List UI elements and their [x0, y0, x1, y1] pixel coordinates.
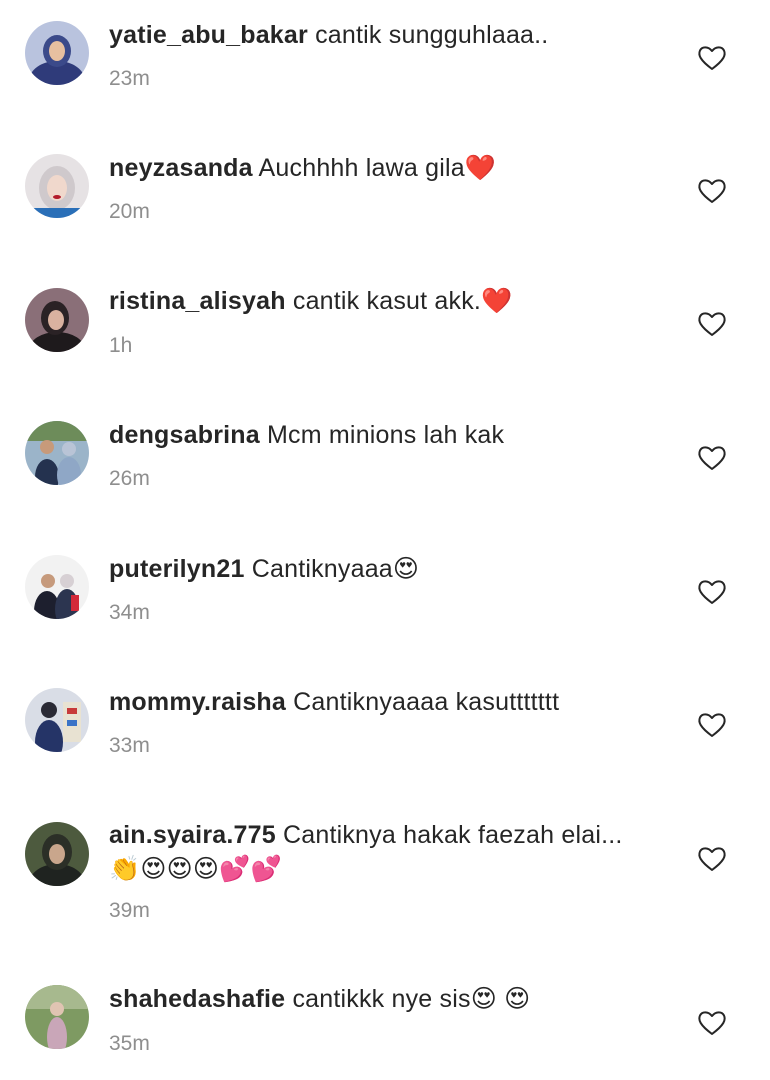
comment-text: ristina_alisyah cantik kasut akk.❤️ — [109, 284, 629, 318]
comment-body: cantikkk nye sis😍 😍 — [292, 985, 531, 1013]
comment-body: cantik kasut akk.❤️ — [292, 287, 513, 315]
comment-body: Cantiknyaaa😍 — [251, 555, 420, 583]
comment-text: mommy.raisha Cantiknyaaaa kasuttttttt — [109, 685, 629, 719]
comment-username[interactable]: neyzasanda — [109, 154, 253, 182]
comment-username[interactable]: ristina_alisyah — [109, 287, 286, 315]
comment-username[interactable]: yatie_abu_bakar — [109, 21, 308, 49]
like-button[interactable] — [697, 845, 727, 873]
comment-body: Mcm minions lah kak — [267, 421, 505, 449]
comment-timestamp: 35m — [109, 1032, 150, 1055]
avatar[interactable] — [25, 154, 89, 218]
comment-username[interactable]: dengsabrina — [109, 421, 260, 449]
avatar[interactable] — [25, 555, 89, 619]
comment-username[interactable]: shahedashafie — [109, 985, 285, 1013]
avatar-image — [25, 822, 89, 886]
heart-outline-icon — [698, 312, 726, 336]
comment-text: dengsabrina Mcm minions lah kak — [109, 418, 629, 452]
like-button[interactable] — [697, 44, 727, 72]
comment-text: puterilyn21 Cantiknyaaa😍 — [109, 552, 629, 586]
comment-username[interactable]: puterilyn21 — [109, 555, 245, 583]
avatar-image — [25, 288, 89, 352]
comment-timestamp: 34m — [109, 601, 150, 624]
comment-timestamp: 23m — [109, 67, 150, 90]
comment-body: Auchhhh lawa gila❤️ — [258, 154, 497, 182]
comment-timestamp: 33m — [109, 734, 150, 757]
avatar[interactable] — [25, 21, 89, 85]
avatar[interactable] — [25, 985, 89, 1049]
avatar[interactable] — [25, 822, 89, 886]
avatar-image — [25, 154, 89, 218]
comment-timestamp: 26m — [109, 467, 150, 490]
comment-text: neyzasanda Auchhhh lawa gila❤️ — [109, 151, 629, 185]
heart-outline-icon — [698, 713, 726, 737]
like-button[interactable] — [697, 711, 727, 739]
comment-text: shahedashafie cantikkk nye sis😍 😍 — [109, 982, 629, 1016]
comment-timestamp: 39m — [109, 899, 150, 922]
heart-outline-icon — [698, 446, 726, 470]
comment-username[interactable]: ain.syaira.775 — [109, 821, 276, 849]
avatar[interactable] — [25, 421, 89, 485]
comment-timestamp: 20m — [109, 200, 150, 223]
avatar[interactable] — [25, 288, 89, 352]
avatar-image — [25, 555, 89, 619]
like-button[interactable] — [697, 578, 727, 606]
comment-timestamp: 1h — [109, 334, 133, 357]
like-button[interactable] — [697, 310, 727, 338]
like-button[interactable] — [697, 444, 727, 472]
comment-body: cantik sungguhlaaa.. — [315, 21, 549, 49]
avatar-image — [25, 688, 89, 752]
avatar-image — [25, 421, 89, 485]
comment-username[interactable]: mommy.raisha — [109, 688, 286, 716]
avatar[interactable] — [25, 688, 89, 752]
heart-outline-icon — [698, 179, 726, 203]
comment-body: Cantiknyaaaa kasuttttttt — [293, 688, 560, 716]
comment-text: ain.syaira.775 Cantiknya hakak faezah el… — [109, 818, 629, 886]
comment-text: yatie_abu_bakar cantik sungguhlaaa.. — [109, 18, 629, 52]
heart-outline-icon — [698, 46, 726, 70]
heart-outline-icon — [698, 580, 726, 604]
like-button[interactable] — [697, 1009, 727, 1037]
avatar-image — [25, 21, 89, 85]
heart-outline-icon — [698, 847, 726, 871]
heart-outline-icon — [698, 1011, 726, 1035]
avatar-image — [25, 985, 89, 1049]
like-button[interactable] — [697, 177, 727, 205]
